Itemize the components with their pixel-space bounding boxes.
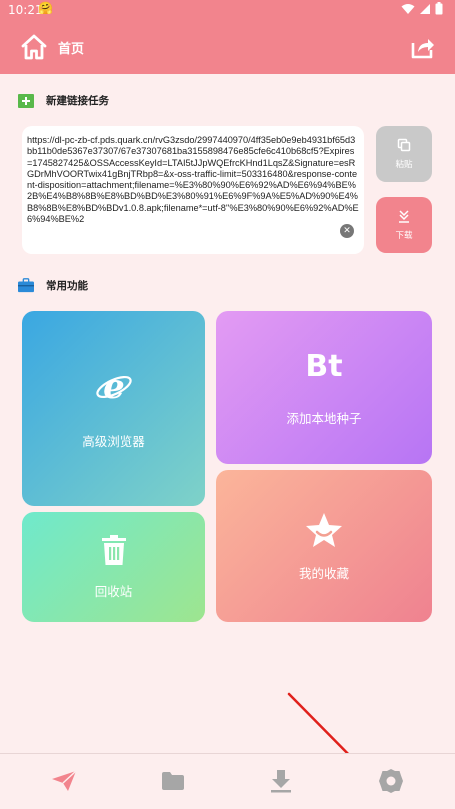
clear-icon[interactable]: ✕ (340, 224, 354, 238)
wifi-icon (401, 3, 415, 14)
svg-text:e: e (103, 367, 125, 405)
trash-icon (101, 534, 126, 565)
seed-label: 添加本地种子 (286, 410, 362, 426)
browser-e-icon: e (95, 367, 132, 405)
url-input[interactable]: https://dl-pc-zb-cf.pds.quark.cn/rvG3zsd… (22, 126, 364, 254)
status-emoji: 🤗 (38, 1, 53, 15)
nav-settings[interactable] (378, 768, 404, 794)
add-square-icon (18, 93, 34, 108)
download-arrow-icon (399, 210, 409, 223)
toolbox-icon (18, 278, 34, 293)
send-icon (52, 770, 77, 791)
star-icon (306, 512, 342, 547)
nav-send[interactable] (51, 768, 77, 794)
paste-icon (397, 138, 411, 152)
battery-icon (435, 2, 443, 15)
download-icon (271, 770, 291, 793)
nav-download[interactable] (268, 768, 294, 794)
folder-icon (162, 772, 184, 790)
app-bar: 首页 (0, 22, 455, 74)
bottom-nav (0, 753, 455, 809)
favorites-label: 我的收藏 (298, 565, 349, 581)
nav-folder[interactable] (160, 768, 186, 794)
home-icon[interactable] (20, 33, 48, 61)
settings-icon (379, 769, 403, 793)
new-task-header: 新建链接任务 (18, 93, 109, 108)
features-header: 常用功能 (18, 278, 88, 293)
status-icons (401, 2, 443, 15)
download-label: 下载 (395, 231, 413, 241)
bt-icon: Bt (305, 348, 343, 384)
recycle-label: 回收站 (94, 583, 133, 599)
local-seed-card[interactable]: Bt 添加本地种子 (216, 311, 432, 464)
page-title: 首页 (58, 42, 85, 57)
favorites-card[interactable]: 我的收藏 (216, 470, 432, 622)
new-task-title: 新建链接任务 (46, 95, 109, 107)
signal-icon (420, 3, 430, 14)
browser-card[interactable]: e 高级浏览器 (22, 311, 205, 506)
features-title: 常用功能 (46, 280, 88, 292)
download-button[interactable]: 下载 (376, 197, 432, 253)
recycle-bin-card[interactable]: 回收站 (22, 512, 205, 622)
browser-label: 高级浏览器 (82, 434, 145, 449)
status-bar: 10:21 🤗 (0, 0, 455, 22)
share-icon[interactable] (409, 34, 435, 60)
paste-label: 粘贴 (395, 160, 413, 170)
paste-button[interactable]: 粘贴 (376, 126, 432, 182)
